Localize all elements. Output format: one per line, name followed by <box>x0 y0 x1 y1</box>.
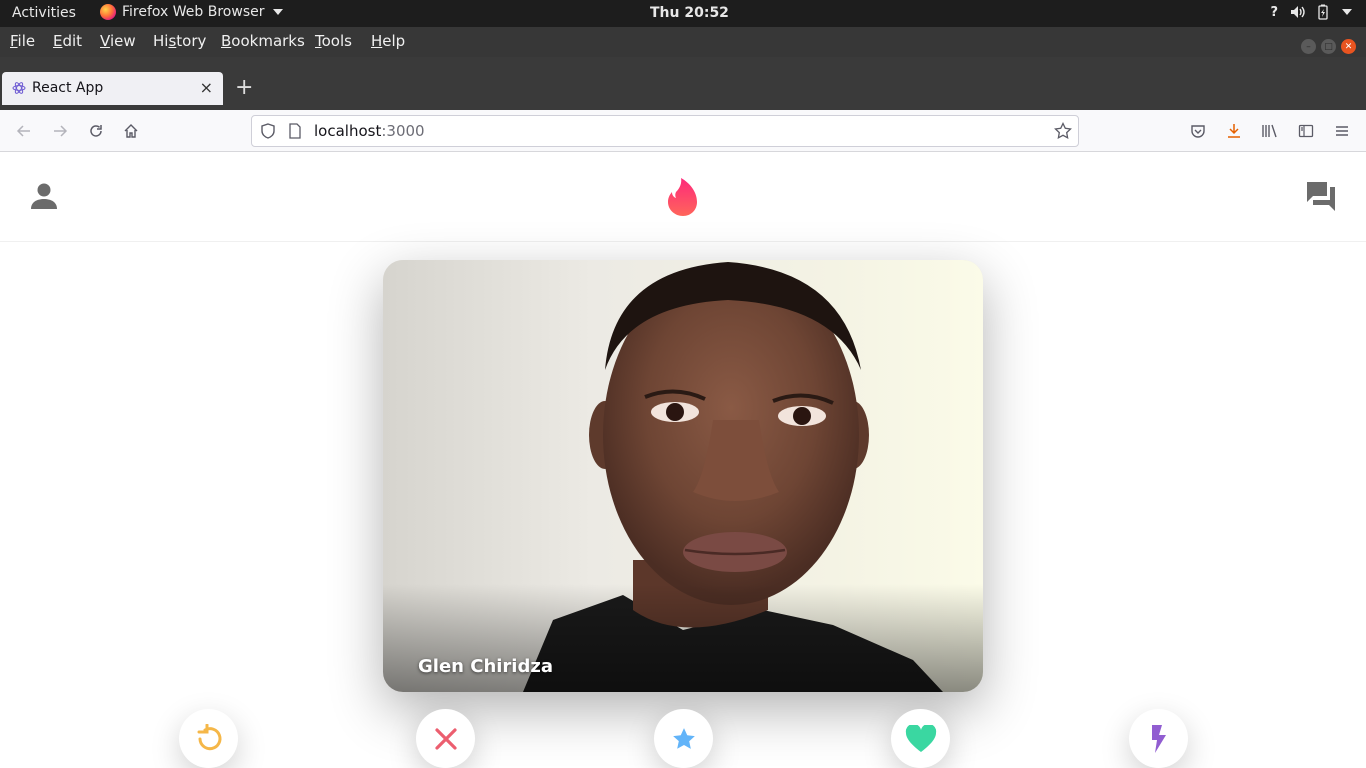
system-tray[interactable]: ? <box>1270 4 1352 20</box>
person-icon[interactable] <box>30 181 58 215</box>
replay-icon <box>197 723 221 750</box>
bookmark-star-icon[interactable] <box>1054 121 1072 144</box>
maximize-icon[interactable]: □ <box>1321 39 1336 54</box>
downloads-icon[interactable] <box>1224 121 1244 141</box>
tab-strip: React App × + <box>0 57 1366 110</box>
menu-file[interactable]: File <box>10 32 35 50</box>
url-text: localhost:3000 <box>314 122 425 140</box>
help-icon[interactable]: ? <box>1270 5 1278 20</box>
menu-help[interactable]: Help <box>371 32 405 50</box>
tab-title: React App <box>32 80 104 96</box>
caret-down-icon <box>272 9 283 15</box>
menu-tools[interactable]: Tools <box>315 32 352 50</box>
replay-button[interactable] <box>179 709 238 768</box>
react-favicon-icon <box>12 82 26 94</box>
tinder-flame-logo-icon[interactable] <box>666 177 700 221</box>
profile-photo <box>383 260 983 692</box>
page-info-icon[interactable] <box>288 123 302 143</box>
star-icon <box>672 727 695 749</box>
chat-forum-icon[interactable] <box>1305 180 1337 216</box>
pocket-icon[interactable] <box>1188 121 1208 141</box>
library-icon[interactable] <box>1260 121 1280 141</box>
app-menu-label: Firefox Web Browser <box>122 4 265 20</box>
system-menu-caret-icon[interactable] <box>1342 9 1352 15</box>
sidebar-icon[interactable] <box>1296 121 1316 141</box>
nope-button[interactable] <box>416 709 475 768</box>
menu-view[interactable]: View <box>100 32 136 50</box>
tracking-shield-icon[interactable] <box>260 123 276 143</box>
heart-icon <box>905 724 936 752</box>
clock[interactable]: Thu 20:52 <box>650 5 729 21</box>
forward-arrow-icon[interactable] <box>50 121 70 141</box>
menu-bar: File Edit View History Bookmarks Tools H… <box>0 27 1366 57</box>
menu-history[interactable]: History <box>153 32 206 50</box>
volume-icon[interactable] <box>1290 5 1306 19</box>
new-tab-button[interactable]: + <box>235 77 253 99</box>
super-like-button[interactable] <box>654 709 713 768</box>
close-icon <box>434 727 457 750</box>
profile-card[interactable]: Glen Chiridza <box>383 260 983 692</box>
address-bar[interactable]: localhost:3000 <box>251 115 1079 147</box>
home-icon[interactable] <box>121 121 141 141</box>
battery-icon[interactable] <box>1318 4 1328 20</box>
back-arrow-icon[interactable] <box>14 121 34 141</box>
firefox-logo-icon <box>100 4 116 20</box>
like-button[interactable] <box>891 709 950 768</box>
tab-close-icon[interactable]: × <box>200 78 213 97</box>
flash-icon <box>1151 724 1166 753</box>
window-controls: – □ ✕ <box>1301 39 1356 54</box>
hamburger-menu-icon[interactable] <box>1332 121 1352 141</box>
tab-react-app[interactable]: React App × <box>2 72 223 105</box>
boost-button[interactable] <box>1129 709 1188 768</box>
profile-name: Glen Chiridza <box>418 656 553 677</box>
app-header <box>0 153 1366 242</box>
navigation-toolbar: localhost:3000 <box>0 110 1366 152</box>
menu-edit[interactable]: Edit <box>53 32 82 50</box>
menu-bookmarks[interactable]: Bookmarks <box>221 32 305 50</box>
close-window-icon[interactable]: ✕ <box>1341 39 1356 54</box>
activities-button[interactable]: Activities <box>12 5 76 21</box>
app-menu[interactable]: Firefox Web Browser <box>100 4 283 20</box>
system-top-bar: Activities Firefox Web Browser Thu 20:52… <box>0 0 1366 27</box>
reload-icon[interactable] <box>86 121 106 141</box>
minimize-icon[interactable]: – <box>1301 39 1316 54</box>
